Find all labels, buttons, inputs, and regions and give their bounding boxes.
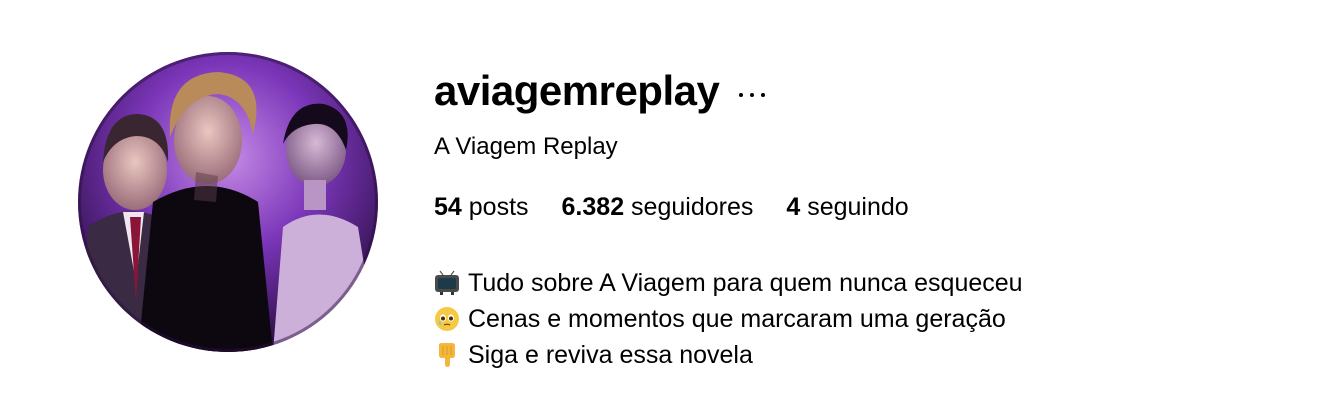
- followers-count: 6.382: [561, 193, 625, 221]
- following-count: 4: [786, 193, 801, 221]
- profile-photo-icon: [78, 52, 378, 352]
- profile-header: aviagemreplay A Viagem Replay 54 posts 6…: [0, 0, 1342, 410]
- avatar[interactable]: [78, 52, 378, 352]
- bio: Tudo sobre A Viagem para quem nunca esqu…: [434, 265, 1023, 373]
- posts-label: posts: [468, 193, 529, 221]
- dot: [761, 93, 766, 97]
- followers-label: seguidores: [631, 193, 754, 221]
- posts-stat: 54 posts: [434, 191, 529, 223]
- dot: [750, 93, 755, 97]
- teary-face-icon: [434, 306, 460, 332]
- television-icon: [434, 270, 460, 296]
- pointing-down-icon: [434, 342, 460, 368]
- ellipsis-icon[interactable]: [739, 77, 766, 105]
- username-row: aviagemreplay: [434, 66, 766, 116]
- bio-line: Tudo sobre A Viagem para quem nunca esqu…: [434, 265, 1023, 301]
- bio-text: Cenas e momentos que marcaram uma geraçã…: [468, 305, 1006, 333]
- bio-text: Tudo sobre A Viagem para quem nunca esqu…: [468, 269, 1023, 297]
- following-link[interactable]: 4 seguindo: [786, 191, 908, 223]
- dot: [739, 93, 744, 97]
- profile-stats: 54 posts 6.382 seguidores 4 seguindo: [434, 191, 942, 223]
- username: aviagemreplay: [434, 67, 720, 114]
- bio-line: Siga e reviva essa novela: [434, 337, 1023, 373]
- bio-line: Cenas e momentos que marcaram uma geraçã…: [434, 301, 1023, 337]
- bio-text: Siga e reviva essa novela: [468, 341, 753, 369]
- followers-link[interactable]: 6.382 seguidores: [562, 191, 754, 223]
- following-label: seguindo: [807, 193, 909, 221]
- full-name: A Viagem Replay: [434, 133, 618, 160]
- posts-count: 54: [434, 193, 462, 221]
